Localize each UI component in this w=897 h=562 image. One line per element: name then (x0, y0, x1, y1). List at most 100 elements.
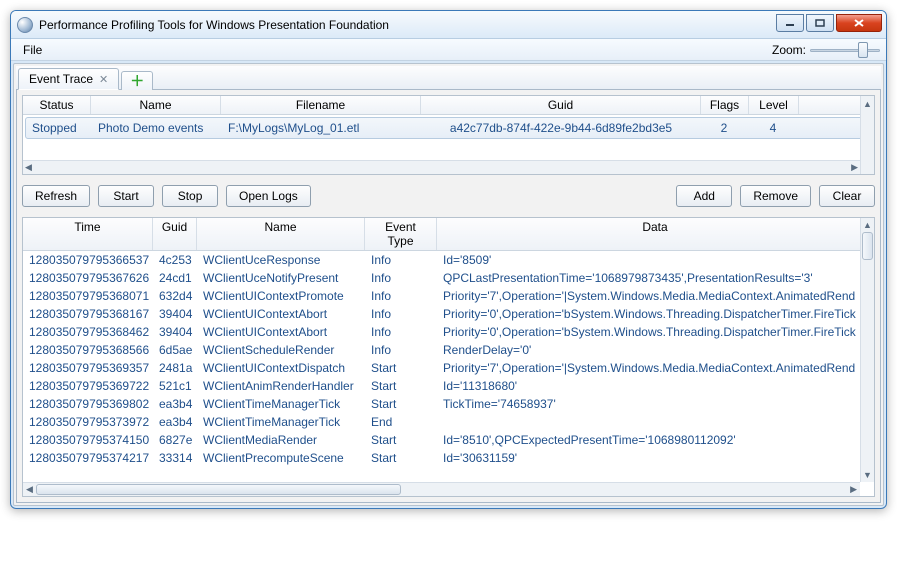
header-flags[interactable]: Flags (701, 96, 749, 114)
events-hscroll[interactable]: ◀ ▶ (23, 482, 860, 496)
event-cell-guid: 2481a (153, 359, 197, 377)
event-cell-time: 128035079795373972 (23, 413, 153, 431)
window-buttons (774, 14, 882, 32)
cell-guid: a42c77db-874f-422e-9b44-6d89fe2bd3e5 (422, 118, 700, 138)
header-status[interactable]: Status (23, 96, 91, 114)
scroll-left-icon: ◀ (23, 484, 36, 495)
scroll-down-icon: ▼ (863, 468, 872, 482)
event-cell-guid: ea3b4 (153, 413, 197, 431)
event-cell-type: Start (365, 431, 437, 449)
stop-button[interactable]: Stop (162, 185, 218, 207)
event-cell-name: WClientMediaRender (197, 431, 365, 449)
minimize-button[interactable] (776, 14, 804, 32)
event-cell-type: End (365, 413, 437, 431)
event-cell-data: RenderDelay='0' (437, 341, 874, 359)
events-grid-header: Time Guid Name Event Type Data (23, 218, 874, 251)
event-row[interactable]: 128035079795373972ea3b4WClientTimeManage… (23, 413, 874, 431)
event-cell-time: 128035079795374217 (23, 449, 153, 467)
event-cell-type: Info (365, 287, 437, 305)
header-evdata[interactable]: Data (437, 218, 874, 250)
events-vscroll[interactable]: ▲ ▼ (860, 218, 874, 482)
event-cell-guid: 4c253 (153, 251, 197, 269)
header-name[interactable]: Name (91, 96, 221, 114)
event-cell-name: WClientPrecomputeScene (197, 449, 365, 467)
window-title: Performance Profiling Tools for Windows … (39, 18, 774, 32)
menu-bar: File Zoom: (11, 39, 886, 61)
header-evname[interactable]: Name (197, 218, 365, 250)
clear-button[interactable]: Clear (819, 185, 875, 207)
event-cell-guid: 6d5ae (153, 341, 197, 359)
tab-add-button[interactable]: ＋ (121, 71, 153, 90)
event-cell-guid: 24cd1 (153, 269, 197, 287)
scroll-up-icon: ▲ (863, 218, 872, 232)
event-row[interactable]: 1280350797953665374c253WClientUceRespons… (23, 251, 874, 269)
client-area: Event Trace ✕ ＋ Status Name Filename Gui… (13, 63, 884, 506)
event-row[interactable]: 128035079795369802ea3b4WClientTimeManage… (23, 395, 874, 413)
event-cell-time: 128035079795369722 (23, 377, 153, 395)
event-row[interactable]: 12803507979536762624cd1WClientUceNotifyP… (23, 269, 874, 287)
tab-event-trace[interactable]: Event Trace ✕ (18, 68, 119, 90)
event-row[interactable]: 1280350797953741506827eWClientMediaRende… (23, 431, 874, 449)
event-row[interactable]: 1280350797953693572481aWClientUIContextD… (23, 359, 874, 377)
start-button[interactable]: Start (98, 185, 154, 207)
cell-level: 4 (748, 118, 798, 138)
header-level[interactable]: Level (749, 96, 799, 114)
event-cell-guid: 521c1 (153, 377, 197, 395)
event-cell-name: WClientScheduleRender (197, 341, 365, 359)
event-cell-name: WClientAnimRenderHandler (197, 377, 365, 395)
event-cell-time: 128035079795368566 (23, 341, 153, 359)
event-row[interactable]: 12803507979537421733314WClientPrecompute… (23, 449, 874, 467)
event-row[interactable]: 128035079795369722521c1WClientAnimRender… (23, 377, 874, 395)
tab-close-icon[interactable]: ✕ (99, 73, 108, 86)
plus-icon: ＋ (130, 73, 144, 89)
event-row[interactable]: 1280350797953685666d5aeWClientScheduleRe… (23, 341, 874, 359)
header-filename[interactable]: Filename (221, 96, 421, 114)
remove-button[interactable]: Remove (740, 185, 811, 207)
event-cell-guid: 33314 (153, 449, 197, 467)
maximize-icon (815, 19, 825, 27)
trace-list-grid: Status Name Filename Guid Flags Level St… (22, 95, 875, 175)
vscroll-thumb[interactable] (862, 232, 873, 260)
hscroll-thumb[interactable] (36, 484, 401, 495)
main-window: Performance Profiling Tools for Windows … (10, 10, 887, 509)
maximize-button[interactable] (806, 14, 834, 32)
event-cell-data: Priority='0',Operation='bSystem.Windows.… (437, 323, 874, 341)
header-time[interactable]: Time (23, 218, 153, 250)
event-cell-guid: ea3b4 (153, 395, 197, 413)
cell-flags: 2 (700, 118, 748, 138)
event-cell-name: WClientUIContextPromote (197, 287, 365, 305)
event-cell-name: WClientUceNotifyPresent (197, 269, 365, 287)
event-cell-guid: 39404 (153, 305, 197, 323)
title-bar[interactable]: Performance Profiling Tools for Windows … (11, 11, 886, 39)
tab-strip: Event Trace ✕ ＋ (16, 66, 881, 90)
refresh-button[interactable]: Refresh (22, 185, 90, 207)
event-cell-data: Id='30631159' (437, 449, 874, 467)
event-cell-time: 128035079795367626 (23, 269, 153, 287)
trace-hscroll[interactable]: ◀ ▶ (23, 160, 860, 174)
events-grid-body: 1280350797953665374c253WClientUceRespons… (23, 251, 874, 467)
trace-vscroll[interactable]: ▲ (860, 96, 874, 174)
event-row[interactable]: 12803507979536816739404WClientUIContextA… (23, 305, 874, 323)
event-cell-name: WClientUceResponse (197, 251, 365, 269)
event-cell-type: Info (365, 251, 437, 269)
cell-filename: F:\MyLogs\MyLog_01.etl (222, 118, 422, 138)
header-guid[interactable]: Guid (421, 96, 701, 114)
zoom-slider[interactable] (810, 42, 880, 58)
event-cell-type: Info (365, 305, 437, 323)
add-button[interactable]: Add (676, 185, 732, 207)
header-evguid[interactable]: Guid (153, 218, 197, 250)
event-row[interactable]: 12803507979536846239404WClientUIContextA… (23, 323, 874, 341)
close-button[interactable] (836, 14, 882, 32)
event-cell-type: Info (365, 341, 437, 359)
scroll-left-icon: ◀ (25, 162, 32, 173)
toolbar: Refresh Start Stop Open Logs Add Remove … (22, 185, 875, 207)
menu-file[interactable]: File (17, 41, 48, 59)
close-icon (853, 18, 865, 28)
open-logs-button[interactable]: Open Logs (226, 185, 311, 207)
event-cell-time: 128035079795374150 (23, 431, 153, 449)
trace-row[interactable]: Stopped Photo Demo events F:\MyLogs\MyLo… (25, 117, 872, 139)
event-cell-time: 128035079795368071 (23, 287, 153, 305)
zoom-thumb[interactable] (858, 42, 868, 58)
event-row[interactable]: 128035079795368071632d4WClientUIContextP… (23, 287, 874, 305)
header-evtype[interactable]: Event Type (365, 218, 437, 250)
